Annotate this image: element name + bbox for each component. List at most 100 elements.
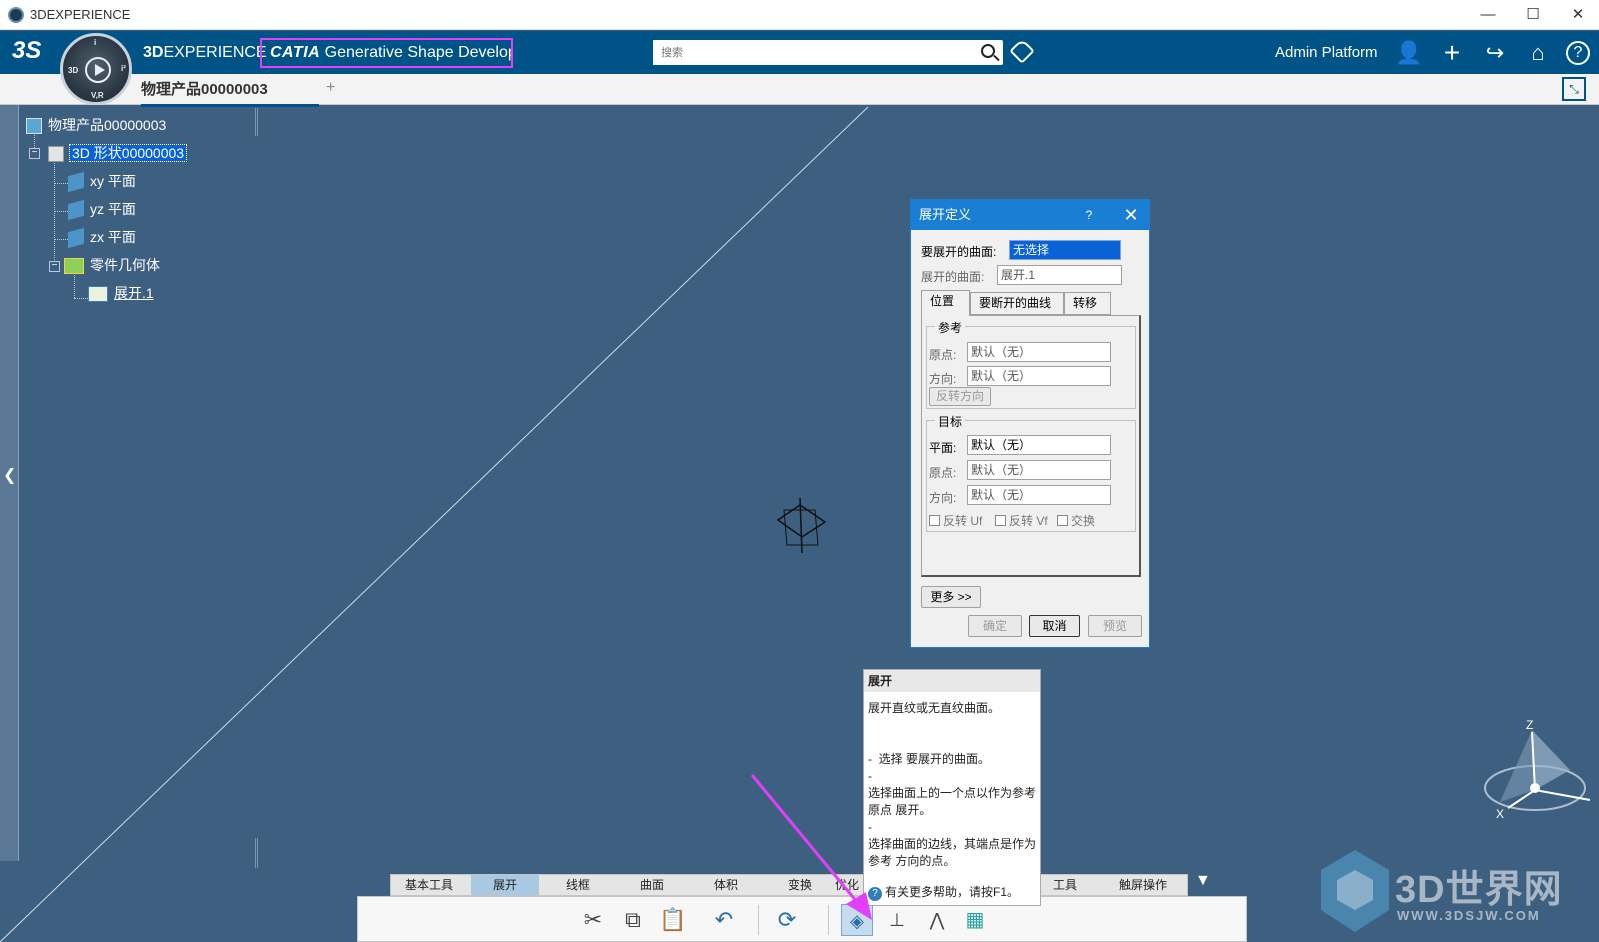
tree-item-product[interactable]: 物理产品00000003 — [26, 114, 166, 136]
reference-direction-label: 方向: — [929, 372, 957, 386]
plane-icon — [68, 200, 84, 221]
unfolded-surface-label: 展开的曲面: — [921, 270, 985, 284]
paste-icon[interactable]: 📋 — [657, 904, 689, 936]
tab-transfer[interactable]: 转移 — [1064, 292, 1111, 315]
tooltip-title: 展开 — [864, 670, 1040, 692]
splitter-handle-bottom[interactable] — [255, 838, 258, 868]
ok-button[interactable]: 确定 — [968, 615, 1022, 637]
tab-tools[interactable]: 工具 — [1031, 875, 1099, 895]
cut-icon[interactable]: ✂ — [577, 904, 609, 936]
splitter-handle-top[interactable] — [255, 108, 258, 136]
dialog-close-button[interactable]: ✕ — [1121, 200, 1141, 230]
transfer-icon[interactable]: ⊥ — [881, 904, 913, 936]
search-box[interactable] — [653, 40, 1003, 65]
surface-to-unfold-label: 要展开的曲面: — [921, 245, 997, 259]
reverse-vf-checkbox[interactable]: 反转 Vf — [995, 512, 1048, 529]
tab-curves-to-break[interactable]: 要断开的曲线 — [970, 292, 1064, 315]
target-group: 目标 平面: 默认（无） 原点: 默认（无） 方向: 默认（无） 反转 Uf 反… — [926, 413, 1136, 532]
watermark: 3D世界网 WWW.3DSJW.COM — [1315, 848, 1599, 942]
surface-to-unfold-field[interactable]: 无选择 — [1009, 240, 1121, 260]
tree-item-unfold-feature[interactable]: 展开.1 — [88, 282, 154, 304]
reverse-uf-checkbox[interactable]: 反转 Uf — [929, 512, 982, 529]
tag-icon[interactable] — [1009, 38, 1035, 64]
target-plane-label: 平面: — [929, 441, 957, 455]
fullscreen-exit-icon[interactable]: ⤡ — [1562, 77, 1586, 101]
brand-label: 3DEXPERIENCE — [143, 44, 267, 61]
user-avatar-icon[interactable]: 👤 — [1395, 39, 1423, 67]
tree-item-zx-plane[interactable]: zx 平面 — [68, 226, 136, 249]
tree-item-yz-plane[interactable]: yz 平面 — [68, 198, 136, 221]
tab-touch[interactable]: 触屏操作 — [1103, 875, 1183, 895]
user-name[interactable]: Admin Platform — [1275, 44, 1378, 61]
watermark-cube-icon — [1321, 850, 1389, 932]
collapse-body-icon[interactable]: − — [49, 261, 60, 272]
reference-direction-field[interactable]: 默认（无） — [967, 366, 1111, 386]
add-icon[interactable]: + — [1438, 39, 1466, 67]
unfolded-surface-field[interactable]: 展开.1 — [997, 265, 1122, 285]
tree-item-label: 零件几何体 — [90, 257, 160, 273]
minimize-button[interactable]: — — [1473, 3, 1503, 27]
reference-group-title: 参考 — [935, 319, 966, 336]
add-tab-button[interactable]: + — [326, 79, 335, 97]
reference-origin-field[interactable]: 默认（无） — [967, 342, 1111, 362]
ds-logo-icon[interactable]: 3S — [12, 37, 41, 65]
maximize-button[interactable]: ☐ — [1518, 3, 1548, 27]
toolbar-separator — [828, 905, 829, 935]
tab-wireframe[interactable]: 线框 — [543, 875, 613, 895]
target-direction-field[interactable]: 默认（无） — [967, 485, 1111, 505]
compass-widget[interactable]: i 3D i² V,R — [60, 33, 132, 105]
target-plane-field[interactable]: 默认（无） — [967, 435, 1111, 455]
preview-button[interactable]: 预览 — [1088, 615, 1142, 637]
product-icon — [26, 118, 42, 135]
shape-icon — [48, 146, 64, 163]
swap-checkbox[interactable]: 交换 — [1057, 512, 1095, 529]
reverse-direction-button[interactable]: 反转方向 — [929, 387, 991, 406]
document-tab-bar: 物理产品00000003 + ⤡ — [0, 74, 1599, 107]
tab-current-document[interactable]: 物理产品00000003 — [141, 78, 319, 107]
left-panel-toggle[interactable]: ❮ — [0, 105, 19, 861]
mesh-surface-icon[interactable]: ▦ — [959, 904, 991, 936]
target-direction-label: 方向: — [929, 491, 957, 505]
tab-volume[interactable]: 体积 — [691, 875, 761, 895]
unfold-tooltip: 展开 展开直纹或无直纹曲面。 - 选择 要展开的曲面。 - 选择曲面上的一个点以… — [863, 669, 1041, 906]
watermark-url: WWW.3DSJW.COM — [1397, 908, 1541, 923]
develop-icon[interactable]: ⋀ — [921, 904, 953, 936]
axis-z-label: Z — [1526, 720, 1533, 732]
axis-triad[interactable]: Z X — [1470, 720, 1599, 840]
tree-item-geometric-body[interactable]: 零件几何体 — [64, 254, 160, 276]
help-icon[interactable]: ? — [1566, 41, 1590, 65]
dialog-help-button[interactable]: ? — [1079, 200, 1099, 230]
cancel-button[interactable]: 取消 — [1029, 615, 1080, 637]
play-icon[interactable] — [85, 57, 111, 83]
collapse-shape-icon[interactable]: − — [29, 148, 40, 159]
share-icon[interactable]: ↪ — [1481, 39, 1509, 67]
target-origin-label: 原点: — [929, 466, 957, 480]
tab-surface[interactable]: 曲面 — [617, 875, 687, 895]
home-icon[interactable]: ⌂ — [1524, 39, 1552, 67]
chevron-down-icon[interactable]: ▼ — [1195, 872, 1211, 890]
app-title[interactable]: CATIA Generative Shape Develop — [260, 38, 513, 68]
search-icon[interactable] — [981, 44, 995, 58]
undo-icon[interactable]: ↶ — [708, 904, 740, 936]
target-origin-field[interactable]: 默认（无） — [967, 460, 1111, 480]
app-icon — [8, 7, 24, 23]
tree-item-xy-plane[interactable]: xy 平面 — [68, 170, 136, 193]
tree-item-3d-shape[interactable]: 3D 形状00000003 — [48, 142, 188, 164]
tree-item-label: xy 平面 — [90, 173, 136, 189]
more-button[interactable]: 更多 >> — [921, 586, 981, 608]
update-icon[interactable]: ⟳ — [771, 904, 803, 936]
chevron-left-icon[interactable]: ❮ — [3, 465, 16, 485]
tab-basic-tools[interactable]: 基本工具 — [391, 875, 467, 895]
tree-item-label: zx 平面 — [90, 229, 136, 245]
unfold-definition-dialog: 展开定义 ? ✕ 要展开的曲面: 无选择 展开的曲面: 展开.1 位置 要断开的… — [910, 199, 1150, 648]
search-input[interactable] — [653, 40, 953, 65]
plane-icon — [68, 228, 84, 249]
tab-unfold[interactable]: 展开 — [471, 875, 539, 895]
unfold-icon[interactable]: ◈ — [841, 904, 873, 936]
tab-position[interactable]: 位置 — [921, 290, 970, 316]
tab-transform[interactable]: 变换 — [765, 875, 835, 895]
close-window-button[interactable]: ✕ — [1563, 3, 1593, 27]
tree-item-label: 3D 形状00000003 — [68, 144, 188, 162]
copy-icon[interactable]: ⧉ — [617, 904, 649, 936]
compass-label-top: i — [94, 38, 97, 47]
